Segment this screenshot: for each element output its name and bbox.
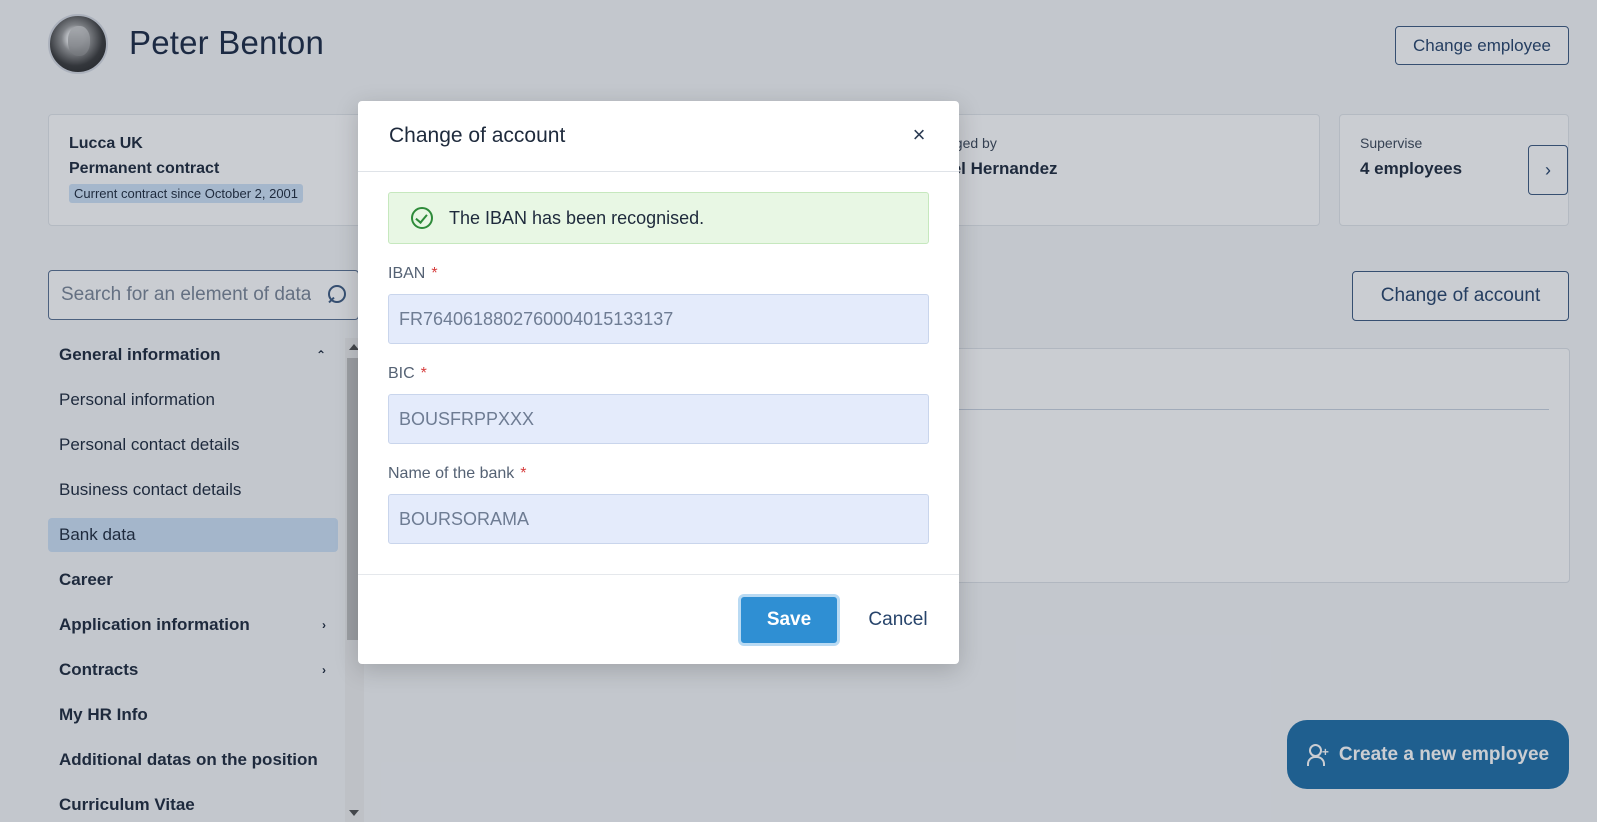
iban-field-wrapper bbox=[388, 294, 929, 344]
bic-label-text: BIC bbox=[388, 365, 415, 382]
modal-header: Change of account × bbox=[358, 101, 959, 172]
bic-field[interactable] bbox=[399, 408, 928, 430]
bank-name-field[interactable] bbox=[399, 508, 928, 530]
success-message: The IBAN has been recognised. bbox=[449, 207, 705, 228]
bank-name-label-text: Name of the bank bbox=[388, 465, 515, 482]
success-alert: The IBAN has been recognised. bbox=[388, 192, 929, 244]
bank-name-label: Name of the bank * bbox=[388, 465, 929, 485]
modal-body: The IBAN has been recognised. IBAN * BIC *… bbox=[358, 172, 959, 544]
save-button[interactable]: Save bbox=[738, 594, 840, 646]
required-mark: * bbox=[420, 365, 427, 382]
bic-field-wrapper bbox=[388, 394, 929, 444]
iban-label: IBAN * bbox=[388, 265, 929, 285]
bank-name-field-wrapper bbox=[388, 494, 929, 544]
required-mark: * bbox=[520, 465, 527, 482]
iban-field[interactable] bbox=[399, 308, 928, 330]
modal-footer: Save Cancel bbox=[358, 574, 959, 664]
change-account-modal: Change of account × The IBAN has been re… bbox=[358, 101, 959, 664]
cancel-button[interactable]: Cancel bbox=[858, 594, 938, 646]
check-circle-icon bbox=[411, 207, 433, 229]
required-mark: * bbox=[431, 265, 438, 282]
bic-label: BIC * bbox=[388, 365, 929, 385]
modal-title: Change of account bbox=[389, 124, 566, 147]
iban-label-text: IBAN bbox=[388, 265, 426, 282]
close-icon[interactable]: × bbox=[907, 122, 931, 147]
